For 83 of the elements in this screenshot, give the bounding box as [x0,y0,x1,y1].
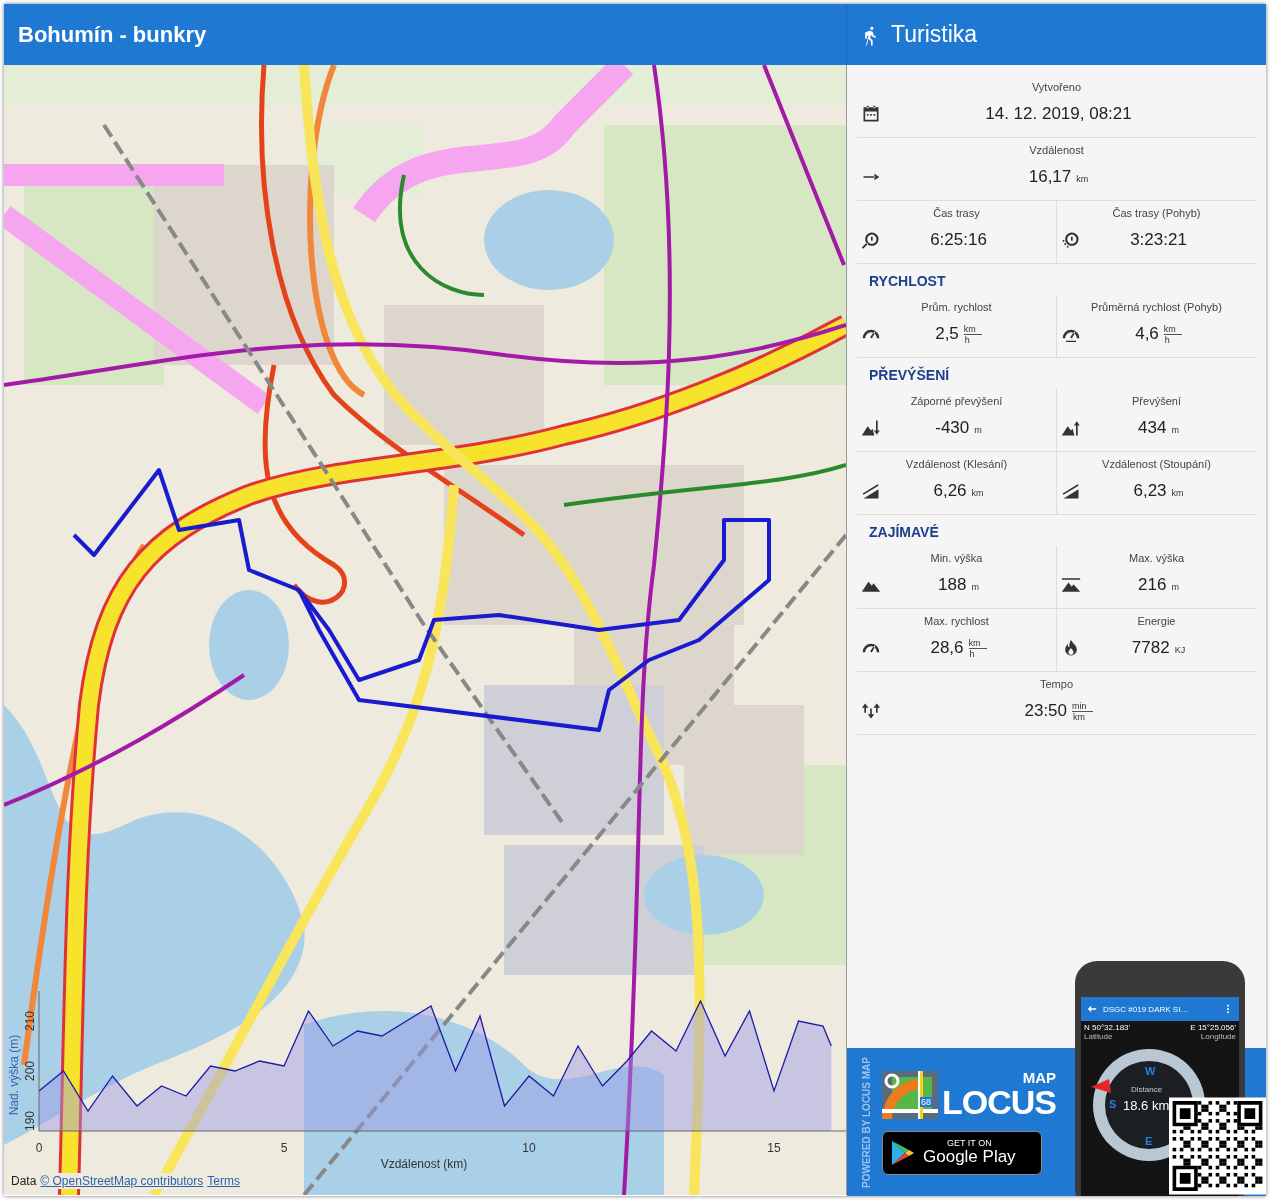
stat-value: 6,23 [1133,481,1167,501]
stat-value: 216 [1138,575,1167,595]
y-tick-label: 210 [23,1011,37,1031]
stat-value: -430 [935,418,970,438]
stat-unit: km [1076,174,1089,184]
stat-value: 28,6 [930,638,964,658]
arrows-up-down-icon [861,701,881,721]
stat-value: 14. 12. 2019, 08:21 [985,104,1132,124]
promo-tagline: POWERED BY LOCUS MAP [861,1056,872,1188]
slope-icon [1061,481,1081,501]
compass-letter: S [1109,1098,1117,1110]
logo-subtitle: MAP [1022,1069,1056,1085]
distance-value: 18.6 km [1123,1098,1170,1113]
section-heading: ZAJÍMAVÉ [868,523,940,542]
y-tick-label: 190 [23,1111,37,1131]
stat-value: 7782 [1131,638,1170,658]
compass-letter: E [1145,1135,1153,1147]
stat-label: Prům. rychlost [920,301,993,315]
stat-label: Vzdálenost (Klesání) [904,458,1009,472]
track-title: Bohumín - bunkry [18,21,207,48]
stat-label: Max. rychlost [923,615,990,629]
stat-label: Vzdálenost [1028,144,1085,158]
calendar-icon [861,104,881,124]
stat-unit: m [971,582,979,592]
stat-value: 434 [1138,418,1167,438]
stat-label: Vzdálenost (Stoupání) [1101,458,1212,472]
stat-unit: km [1171,488,1184,498]
section-heading: RYCHLOST [868,272,947,291]
longitude-value: E 15°25.056' [1190,1023,1236,1032]
section-heading: PŘEVÝŠENÍ [868,365,951,385]
stat-value: 3:23:21 [1130,230,1187,250]
distance-label: Distance [1131,1085,1163,1094]
stat-unit: km [971,488,984,498]
x-tick-label: 15 [767,1141,781,1155]
stat-label: Vytvořeno [1030,81,1083,95]
y-axis-label: Nad. výška (m) [7,1034,21,1116]
stat-unit: km h [1163,323,1182,345]
stat-value: 188 [938,575,967,595]
stat-label: Průměrná rychlost (Pohyb) [1090,301,1223,315]
google-play-button[interactable]: GET IT ON Google Play [882,1130,1042,1175]
stat-value: 4,6 [1135,324,1159,344]
stat-label: Energie [1136,615,1177,629]
logo-badge: 68 [920,1096,932,1107]
stat-label: Záporné převýšení [909,395,1004,409]
stat-value: 6:25:16 [930,230,987,250]
stat-value: 16,17 [1028,167,1072,187]
app-title: DSGC #019 DARK SI… [1103,1004,1190,1014]
x-tick-label: 0 [35,1141,43,1155]
slope-icon [861,481,881,501]
attribution-text: Data [11,1174,37,1188]
stat-label: Převýšení [1131,395,1182,409]
map-logo-icon [882,1070,938,1119]
x-tick-label: 10 [522,1141,536,1155]
stat-unit: m [1171,425,1179,435]
stat-unit: km h [968,637,987,659]
stat-unit: m [1171,582,1179,592]
x-axis-label: Vzdálenost (km) [380,1157,468,1171]
stat-label: Čas trasy [932,207,981,221]
latitude-value: N 50°32.183' [1084,1023,1131,1032]
x-tick-label: 5 [280,1141,288,1155]
panel-title: Turistika [891,21,978,48]
stat-value: 6,26 [933,481,967,501]
stat-label: Čas trasy (Pohyb) [1111,207,1202,221]
stat-label: Min. výška [929,552,984,566]
stat-unit: km h [963,323,982,345]
stat-unit: KJ [1174,645,1186,655]
stat-unit: m [974,425,982,435]
stat-label: Max. výška [1128,552,1185,566]
latitude-label: Latitude [1084,1032,1114,1041]
compass-letter: W [1145,1065,1156,1077]
stat-value: 23:50 [1024,701,1067,721]
attribution-link[interactable]: © OpenStreetMap contributors [40,1174,204,1188]
y-tick-label: 200 [23,1061,37,1081]
stat-unit: min km [1072,700,1093,722]
stat-value: 2,5 [935,324,959,344]
stat-label: Tempo [1039,678,1074,692]
logo-wordmark: LOCUS [942,1084,1056,1119]
play-store-icon [891,1139,915,1166]
mountain-icon [1061,575,1081,595]
attribution-link[interactable]: Terms [207,1174,240,1188]
mountain-down-arrow-icon [861,418,881,438]
back-arrow-icon [1087,1004,1097,1014]
longitude-label: Longitude [1200,1032,1236,1041]
